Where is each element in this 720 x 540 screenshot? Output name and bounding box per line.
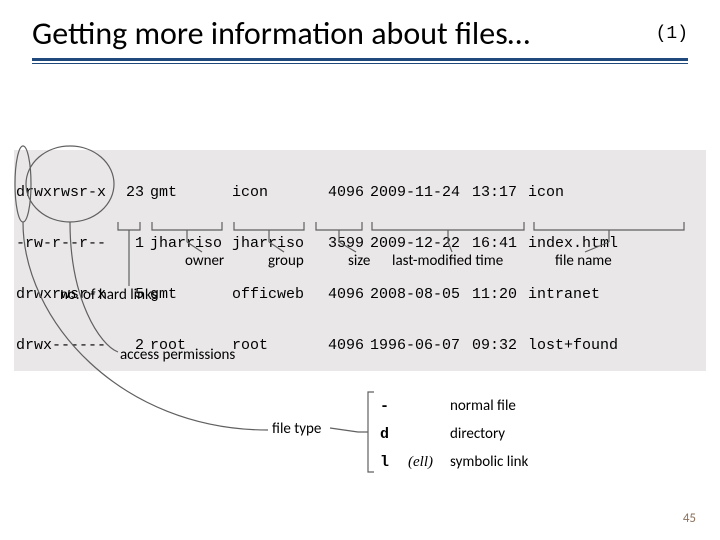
- cell-name: icon: [528, 184, 704, 201]
- cell-perm: drwxrwsr-x: [16, 184, 116, 201]
- filetype-row: l (ell) symbolic link: [380, 448, 528, 476]
- filetype-ell: (ell): [408, 454, 450, 471]
- slide-number: 45: [683, 511, 696, 526]
- cell-group: icon: [232, 184, 314, 201]
- filetype-row: d directory: [380, 420, 528, 448]
- cell-group: officweb: [232, 286, 314, 303]
- cell-owner: gmt: [150, 286, 232, 303]
- table-row: drwxrwsr-x 23 gmt icon 4096 2009-11-24 1…: [16, 184, 704, 201]
- cell-name: lost+found: [528, 337, 704, 354]
- label-hardlinks: no. of hard links: [60, 286, 158, 304]
- page-title: Getting more information about files…: [32, 14, 530, 53]
- filetype-symbol: -: [380, 398, 408, 415]
- label-filetype: file type: [272, 420, 321, 438]
- filetype-desc: symbolic link: [450, 453, 528, 471]
- label-size: size: [348, 252, 370, 270]
- cell-time: 16:41: [472, 235, 528, 252]
- cell-time: 13:17: [472, 184, 528, 201]
- cell-size: 3599: [314, 235, 370, 252]
- cell-owner: gmt: [150, 184, 232, 201]
- cell-perm: drwx------: [16, 337, 116, 354]
- cell-links: 23: [116, 184, 150, 201]
- table-row: -rw-r--r-- 1 jharriso jharriso 3599 2009…: [16, 235, 704, 252]
- label-filename: file name: [555, 252, 612, 270]
- cell-group: jharriso: [232, 235, 314, 252]
- cell-size: 4096: [314, 184, 370, 201]
- cell-group: root: [232, 337, 314, 354]
- cell-owner: jharriso: [150, 235, 232, 252]
- cell-size: 4096: [314, 286, 370, 303]
- cell-time: 11:20: [472, 286, 528, 303]
- filetype-symbol: l: [380, 454, 408, 471]
- filetype-row: - normal file: [380, 392, 528, 420]
- cell-name: index.html: [528, 235, 704, 252]
- cell-links: 1: [116, 235, 150, 252]
- label-group: group: [268, 252, 304, 270]
- cell-date: 2008-08-05: [370, 286, 472, 303]
- cell-perm: -rw-r--r--: [16, 235, 116, 252]
- filetype-key: - normal file d directory l (ell) symbol…: [380, 392, 528, 476]
- cell-name: intranet: [528, 286, 704, 303]
- filetype-desc: normal file: [450, 397, 516, 415]
- filetype-desc: directory: [450, 425, 505, 443]
- label-owner: owner: [185, 252, 224, 270]
- title-rule: [32, 58, 688, 64]
- cell-time: 09:32: [472, 337, 528, 354]
- cell-size: 4096: [314, 337, 370, 354]
- title-annotation: (1): [656, 24, 688, 44]
- cell-date: 1996-06-07: [370, 337, 472, 354]
- label-lastmod: last-modified time: [392, 252, 503, 270]
- cell-date: 2009-12-22: [370, 235, 472, 252]
- cell-date: 2009-11-24: [370, 184, 472, 201]
- filetype-symbol: d: [380, 426, 408, 443]
- label-accessperm: access permissions: [120, 346, 235, 364]
